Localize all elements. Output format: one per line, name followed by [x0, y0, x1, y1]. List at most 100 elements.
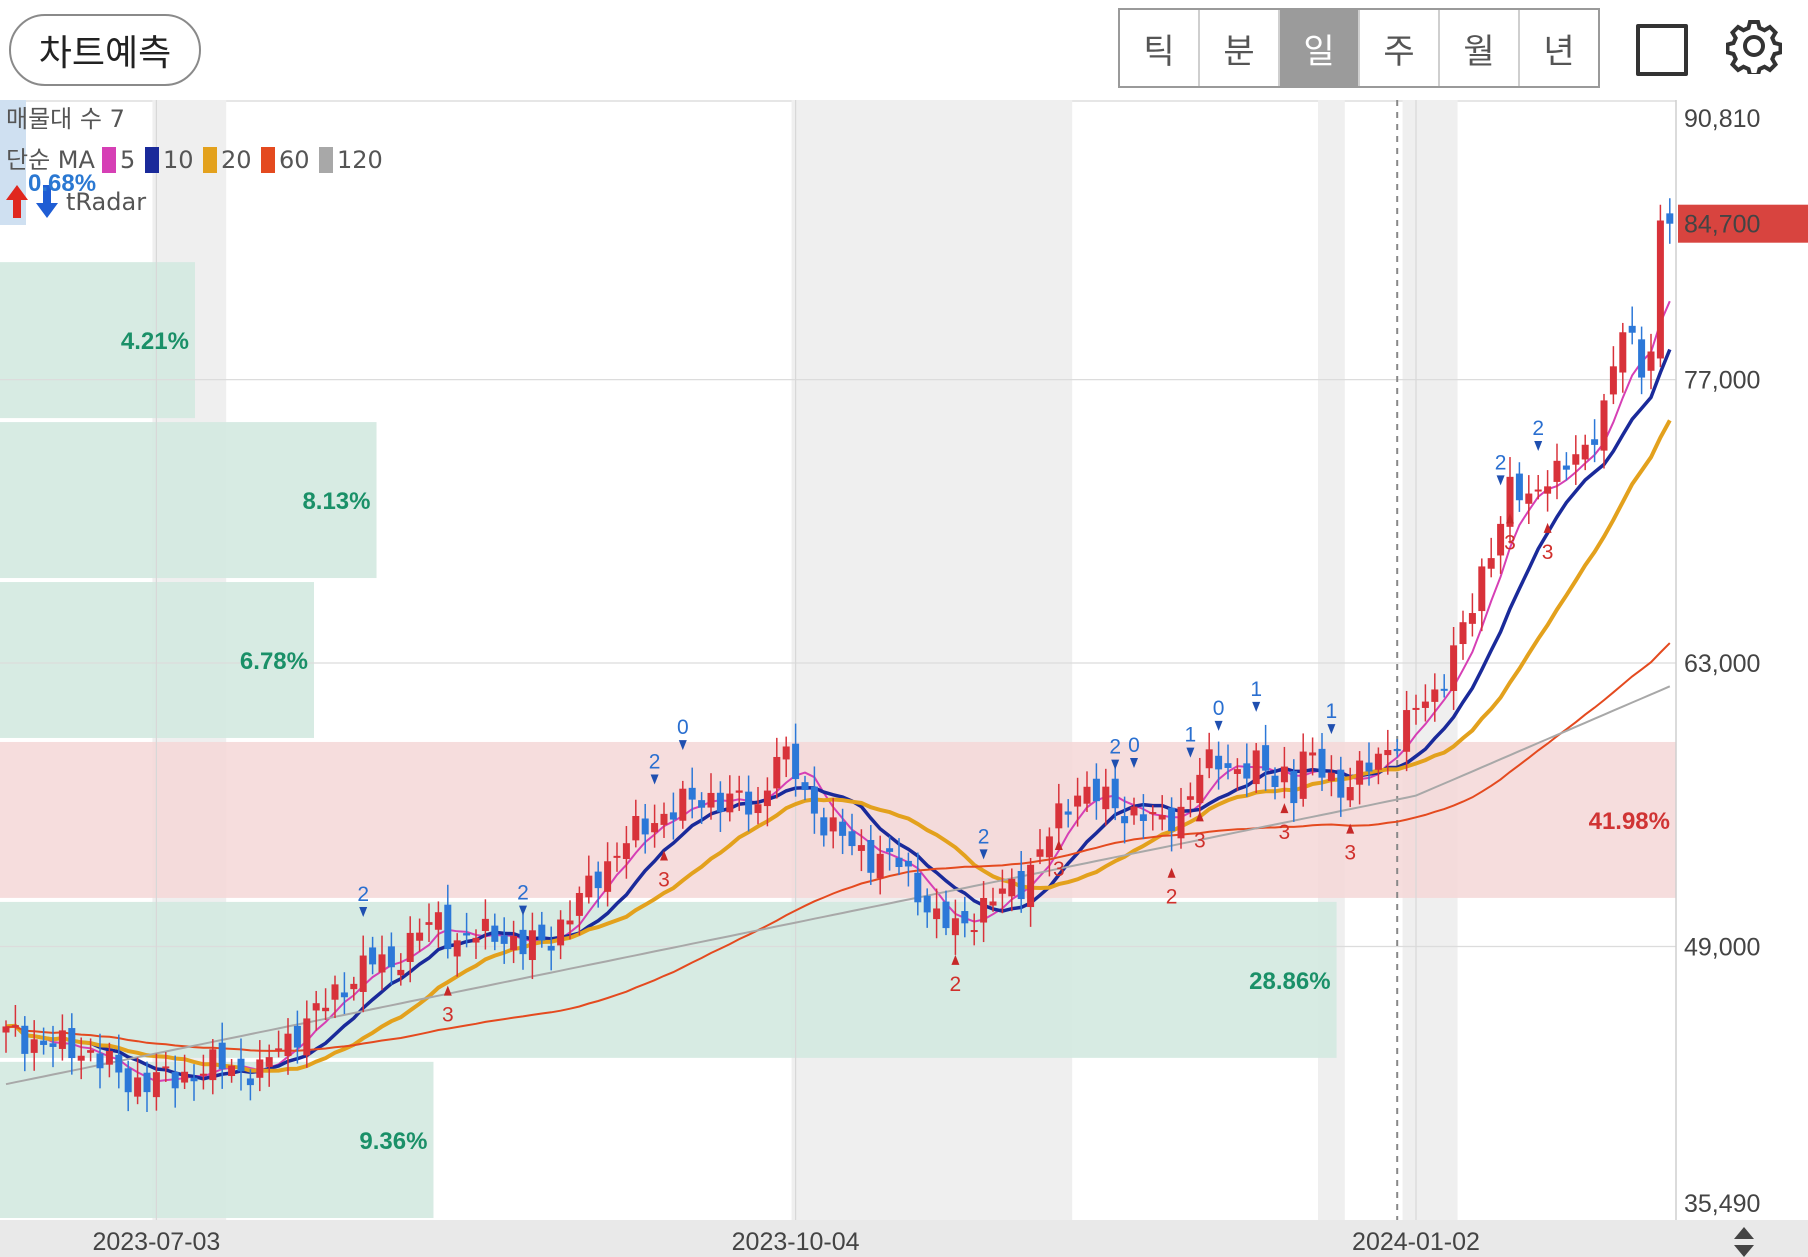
- candle-body: [49, 1043, 57, 1047]
- candle-body: [1647, 351, 1655, 371]
- candle-body: [1130, 806, 1138, 816]
- candle-body: [1045, 836, 1053, 858]
- candle-body: [1440, 688, 1448, 691]
- tradar-signal: 0: [677, 716, 689, 739]
- x-tick-label: 2024-01-02: [1352, 1228, 1480, 1256]
- tradar-signal: 3: [1504, 531, 1516, 554]
- candle-body: [538, 924, 546, 941]
- ma-period-60: 60: [279, 146, 310, 174]
- tradar-signal: 0: [1128, 734, 1140, 757]
- volume-profile-box: [0, 741, 1676, 898]
- volume-profile-box: [0, 901, 1337, 1058]
- candle-body: [942, 901, 950, 929]
- candle-body: [528, 930, 536, 961]
- tradar-signal: 3: [442, 1004, 454, 1027]
- ma-swatch-20: [203, 147, 217, 173]
- candle-body: [810, 786, 818, 814]
- candle-body: [190, 1077, 198, 1082]
- tradar-signal: 0: [1213, 697, 1225, 720]
- square-icon[interactable]: [1636, 24, 1688, 76]
- tradar-signal: 3: [1542, 541, 1554, 564]
- ma-period-10: 10: [163, 146, 194, 174]
- y-tick-label: 49,000: [1684, 933, 1760, 961]
- tradar-signal: 2: [1532, 417, 1544, 440]
- candle-body: [1158, 815, 1166, 820]
- candle-body: [491, 925, 499, 942]
- candle-body: [669, 812, 677, 820]
- candle-body: [1027, 864, 1035, 908]
- candle-body: [613, 855, 621, 858]
- candle-body: [773, 756, 781, 789]
- candle-body: [998, 888, 1006, 894]
- candle-body: [1299, 751, 1307, 799]
- candle-body: [500, 935, 508, 944]
- candle-body: [895, 857, 903, 868]
- ma-swatch-10: [145, 147, 159, 173]
- candle-body: [1074, 795, 1082, 807]
- candle-body: [359, 955, 367, 992]
- y-axis-panel: [1676, 100, 1808, 1257]
- price-chart[interactable]: 2322302232 0213013132323 4.21%8.13%6.78%4…: [0, 100, 1808, 1257]
- candle-body: [566, 920, 574, 925]
- candle-body: [1393, 748, 1401, 752]
- tradar-label: tRadar: [66, 188, 146, 216]
- candle-body: [1534, 489, 1542, 492]
- candle-body: [857, 845, 865, 851]
- arrow-down-icon: [1214, 720, 1223, 731]
- ma-period-5: 5: [120, 146, 135, 174]
- candle-body: [1327, 772, 1335, 781]
- period-tab-1[interactable]: 분: [1200, 10, 1280, 86]
- candle-body: [1036, 849, 1044, 857]
- candle-body: [651, 823, 659, 833]
- candle-body: [472, 937, 480, 943]
- tradar-signal: 3: [1194, 829, 1206, 852]
- period-tab-3[interactable]: 주: [1360, 10, 1440, 86]
- candle-body: [970, 930, 978, 933]
- period-tab-0[interactable]: 틱: [1120, 10, 1200, 86]
- candle-body: [30, 1039, 38, 1053]
- candle-body: [1252, 750, 1260, 785]
- period-tab-2[interactable]: 일: [1280, 10, 1360, 86]
- period-tab-5[interactable]: 년: [1520, 10, 1598, 86]
- period-tab-4[interactable]: 월: [1440, 10, 1520, 86]
- candle-body: [1280, 766, 1288, 783]
- tradar-signal: 2: [649, 750, 661, 773]
- candle-body: [387, 946, 395, 968]
- candle-body: [369, 947, 377, 965]
- candle-body: [1487, 558, 1495, 569]
- candle-body: [1139, 814, 1147, 821]
- candle-body: [124, 1068, 132, 1093]
- candle-body: [1271, 775, 1279, 788]
- ma-period-20: 20: [221, 146, 252, 174]
- candle-body: [68, 1028, 76, 1059]
- candle-body: [1431, 689, 1439, 702]
- candle-body: [378, 954, 386, 973]
- chart-predict-button[interactable]: 차트예측: [9, 14, 201, 86]
- candle-body: [1515, 473, 1523, 501]
- candle-body: [115, 1054, 123, 1073]
- tradar-signal: 2: [1166, 886, 1178, 909]
- arrow-down-icon: [1496, 475, 1505, 486]
- candle-body: [199, 1073, 207, 1076]
- candle-body: [1591, 439, 1599, 445]
- candle-body: [688, 787, 696, 800]
- x-axis-panel: [0, 1220, 1808, 1257]
- gear-icon[interactable]: [1725, 18, 1783, 77]
- candle-body: [1628, 325, 1636, 333]
- candle-body: [425, 922, 433, 925]
- period-tabs: 틱분일주월년: [1118, 8, 1600, 88]
- candle-body: [416, 932, 424, 941]
- candle-body: [792, 743, 800, 780]
- candle-body: [1017, 870, 1025, 900]
- candle-body: [1064, 811, 1072, 815]
- candle-body: [1365, 762, 1373, 772]
- volume-profile-pct: 8.13%: [302, 488, 370, 515]
- candle-body: [1572, 454, 1580, 465]
- candle-body: [604, 861, 612, 892]
- candle-body: [444, 904, 452, 950]
- candle-body: [397, 969, 405, 976]
- candle-body: [1196, 774, 1204, 804]
- candle-body: [1384, 750, 1392, 756]
- candle-body: [1290, 771, 1298, 804]
- candle-body: [350, 983, 358, 990]
